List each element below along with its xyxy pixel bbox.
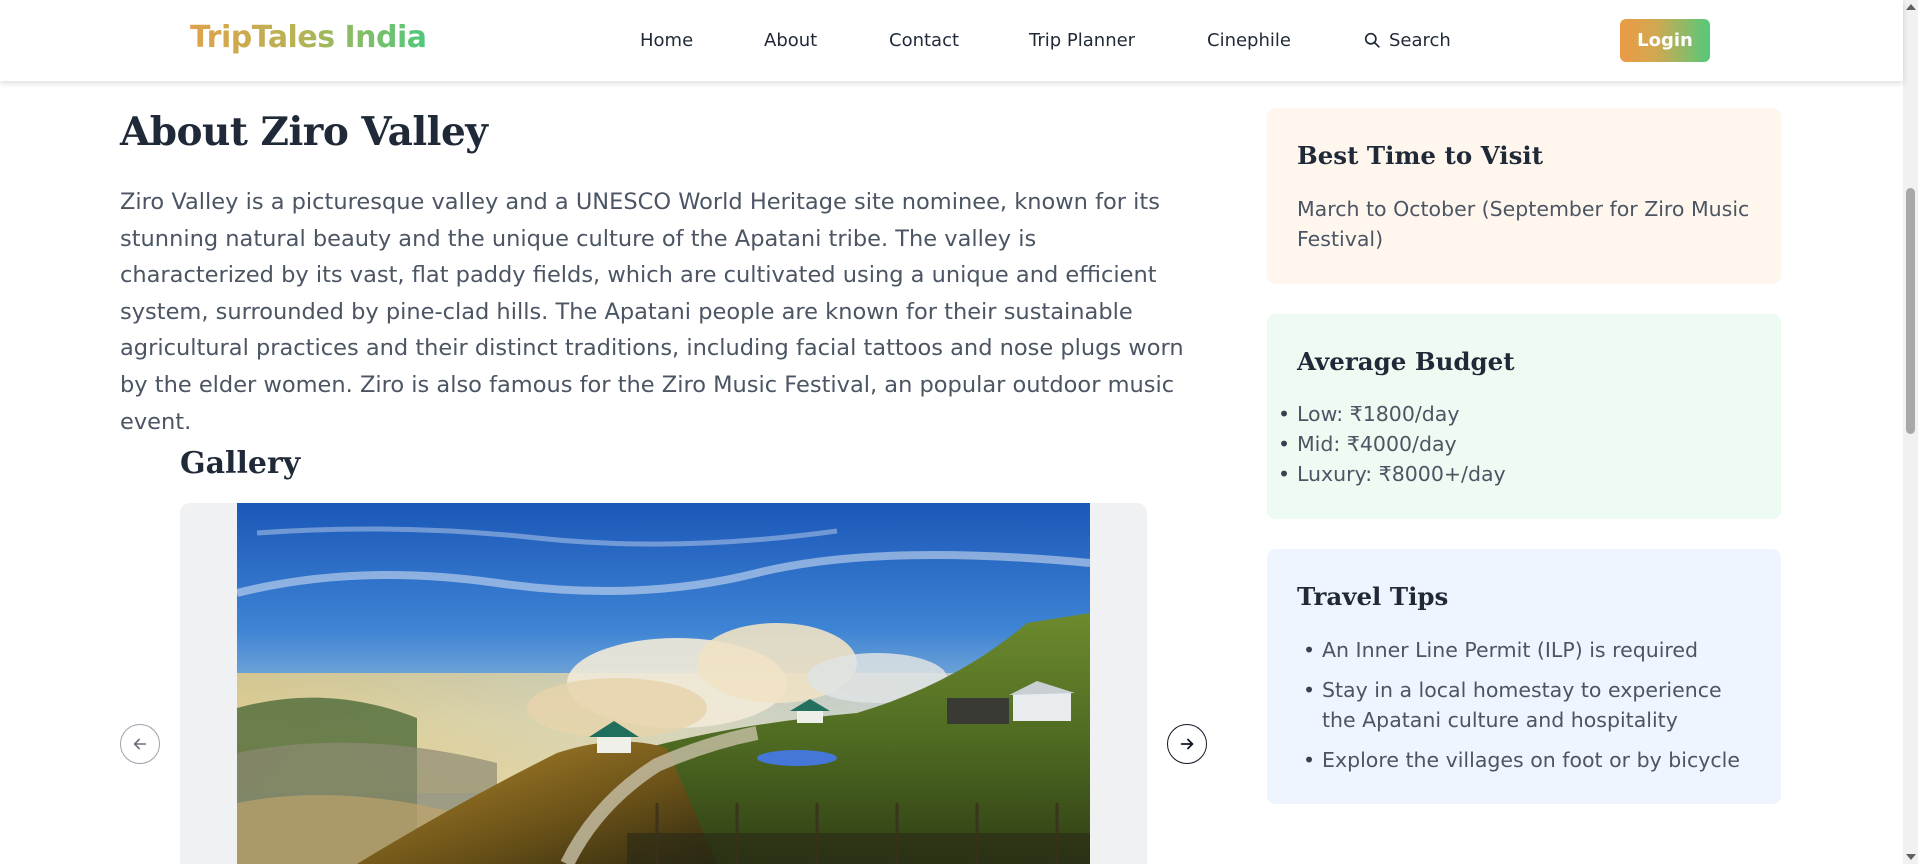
travel-tips-list: An Inner Line Permit (ILP) is required S… — [1303, 635, 1757, 785]
budget-title: Average Budget — [1297, 347, 1515, 376]
gallery-carousel — [180, 503, 1147, 864]
budget-item-low: Low: ₹1800/day — [1278, 399, 1506, 429]
site-logo[interactable]: TripTales India — [190, 20, 427, 55]
budget-item-mid: Mid: ₹4000/day — [1278, 429, 1506, 459]
tip-item: Stay in a local homestay to experience t… — [1303, 675, 1757, 735]
login-button[interactable]: Login — [1620, 19, 1710, 62]
page-title: About Ziro Valley — [120, 109, 488, 155]
gallery-next-button[interactable] — [1167, 724, 1207, 764]
nav-about[interactable]: About — [764, 30, 817, 51]
search-icon — [1364, 32, 1380, 48]
best-time-text: March to October (September for Ziro Mus… — [1297, 197, 1750, 251]
nav-trip-planner[interactable]: Trip Planner — [1029, 30, 1135, 51]
best-time-card: Best Time to Visit March to October (Sep… — [1267, 108, 1781, 284]
scroll-thumb[interactable] — [1906, 188, 1915, 434]
nav-home[interactable]: Home — [640, 30, 693, 51]
gallery-prev-button[interactable] — [120, 724, 160, 764]
gallery-image[interactable] — [237, 503, 1090, 864]
travel-tips-title: Travel Tips — [1297, 582, 1449, 611]
arrow-left-icon — [133, 738, 147, 750]
tip-item: An Inner Line Permit (ILP) is required — [1303, 635, 1757, 665]
page-scrollbar[interactable] — [1903, 0, 1918, 864]
best-time-title: Best Time to Visit — [1297, 141, 1544, 170]
budget-card: Average Budget Low: ₹1800/day Mid: ₹4000… — [1267, 314, 1781, 519]
arrow-right-icon — [1180, 738, 1194, 750]
nav-search[interactable]: Search — [1364, 30, 1451, 51]
gallery-title: Gallery — [180, 446, 301, 481]
search-label: Search — [1389, 30, 1451, 51]
budget-item-luxury: Luxury: ₹8000+/day — [1278, 459, 1506, 489]
tip-item: Explore the villages on foot or by bicyc… — [1303, 745, 1757, 775]
budget-list: Low: ₹1800/day Mid: ₹4000/day Luxury: ₹8… — [1278, 399, 1506, 489]
scroll-down-arrow-icon[interactable] — [1906, 854, 1916, 860]
valley-landscape-image — [237, 503, 1090, 864]
scroll-up-arrow-icon[interactable] — [1906, 4, 1916, 10]
nav-contact[interactable]: Contact — [889, 30, 959, 51]
site-header: TripTales India Home About Contact Trip … — [0, 0, 1903, 81]
travel-tips-card: Travel Tips An Inner Line Permit (ILP) i… — [1267, 549, 1781, 804]
nav-cinephile[interactable]: Cinephile — [1207, 30, 1291, 51]
intro-paragraph: Ziro Valley is a picturesque valley and … — [120, 189, 1184, 435]
